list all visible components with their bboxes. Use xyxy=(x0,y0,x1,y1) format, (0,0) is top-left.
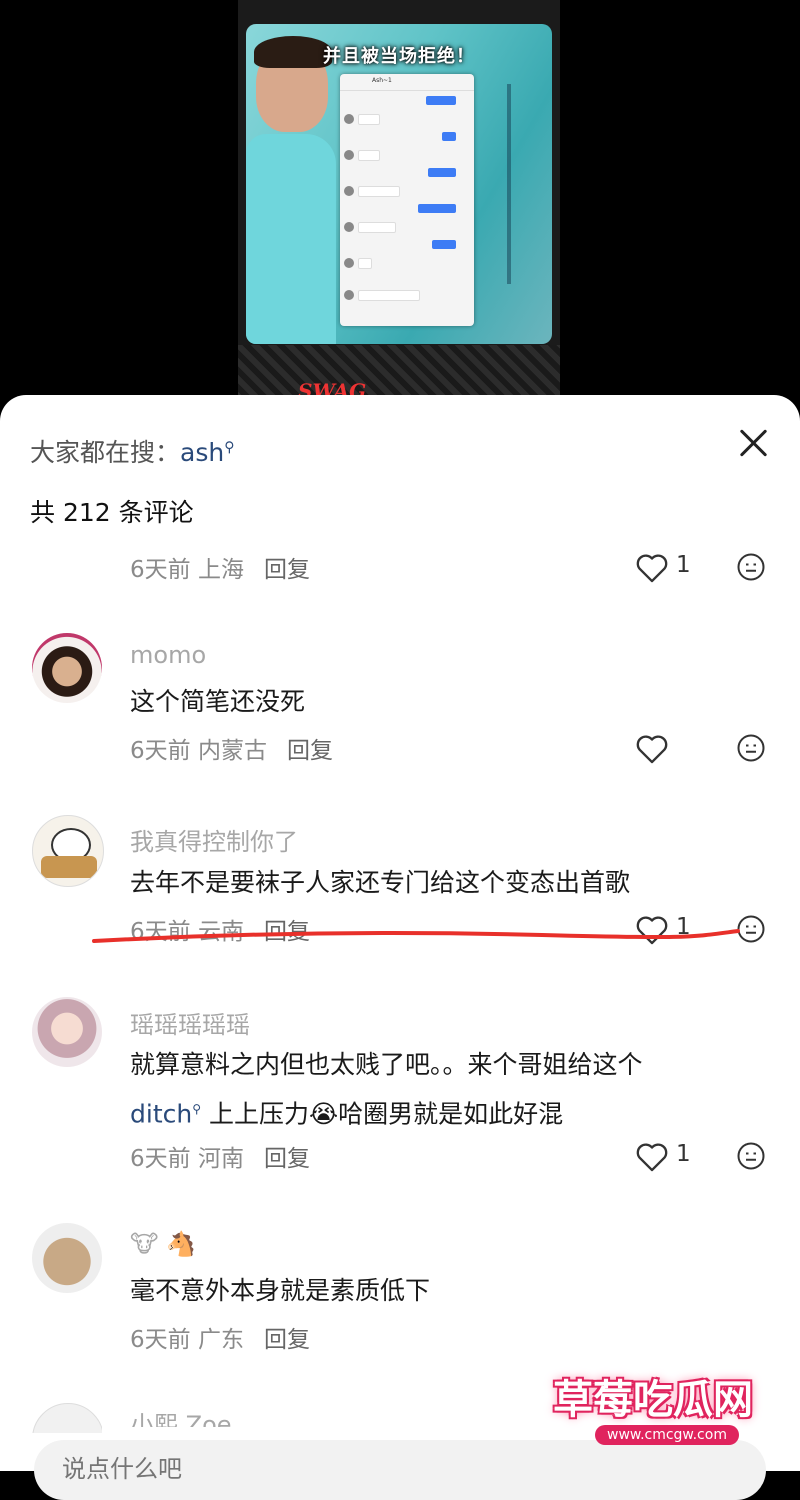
comment-text: 去年不是要袜子人家还专门给这个变态出首歌 xyxy=(130,868,631,897)
heart-icon[interactable] xyxy=(634,552,670,584)
username[interactable]: 我真得控制你了 xyxy=(130,822,298,857)
like-count: 1 xyxy=(676,1141,691,1167)
comment-sheet: 大家都在搜：ash⚲ 共 212 条评论 6天前 上海 回复 1 momo 这个简… xyxy=(0,395,800,1500)
comment-meta: 6天前 内蒙古 回复 xyxy=(130,738,333,764)
watermark-title: 草莓吃瓜网 xyxy=(553,1377,753,1423)
video-still: Ash~1 并且被当场拒绝！ xyxy=(246,24,552,344)
comment-meta: 6天前 上海 回复 xyxy=(130,557,310,583)
like-count: 1 xyxy=(676,552,691,578)
video-area[interactable]: Ash~1 并且被当场拒绝！ SWAG xyxy=(0,0,800,420)
username[interactable]: momo xyxy=(130,641,206,669)
comment-meta: 6天前 河南 回复 xyxy=(130,1146,310,1172)
emoji-icon[interactable] xyxy=(736,733,766,763)
video-caption: 并且被当场拒绝！ xyxy=(323,46,475,67)
search-suggestion[interactable]: 大家都在搜：ash⚲ xyxy=(30,433,234,469)
search-prefix: 大家都在搜： xyxy=(30,438,181,467)
comment-meta: 6天前 广东 回复 xyxy=(130,1327,310,1353)
emoji-icon[interactable] xyxy=(736,1141,766,1171)
avatar[interactable] xyxy=(32,1223,102,1293)
red-underline-annotation xyxy=(92,929,740,943)
heart-icon[interactable] xyxy=(634,733,670,765)
search-icon: ⚲ xyxy=(192,1102,202,1116)
emoji-icon[interactable] xyxy=(736,914,766,944)
search-icon: ⚲ xyxy=(224,439,235,456)
comment-input[interactable] xyxy=(60,1446,624,1492)
site-watermark: 草莓吃瓜网 www.cmcgw.com xyxy=(545,1355,795,1475)
close-icon[interactable] xyxy=(736,425,770,459)
comment-text: 就算意料之内但也太贱了吧。。来个哥姐给这个 ditch⚲ 上上压力😭哈圈男就是如… xyxy=(130,1050,643,1129)
username[interactable]: 瑶瑶瑶瑶瑶 xyxy=(130,1005,250,1040)
emoji-icon[interactable] xyxy=(736,552,766,582)
person-figure xyxy=(246,134,336,344)
search-keyword[interactable]: ash xyxy=(180,438,224,467)
comment-text: 这个简笔还没死 xyxy=(130,687,306,716)
username[interactable]: 🐮 🐴 xyxy=(130,1230,196,1258)
avatar[interactable] xyxy=(32,997,102,1067)
username[interactable]: 小熙 Zoe xyxy=(130,1405,232,1427)
watermark-url: www.cmcgw.com xyxy=(595,1425,739,1445)
comment-text: 毫不意外本身就是素质低下 xyxy=(130,1276,431,1305)
reply-button[interactable]: 回复 xyxy=(264,1146,310,1172)
reply-button[interactable]: 回复 xyxy=(287,738,333,764)
chat-screenshot: Ash~1 xyxy=(340,74,474,326)
video-frame[interactable]: Ash~1 并且被当场拒绝！ SWAG xyxy=(238,0,560,400)
comment-count: 共 212 条评论 xyxy=(30,498,194,527)
reply-button[interactable]: 回复 xyxy=(264,557,310,583)
avatar[interactable] xyxy=(32,815,104,887)
keyword-link[interactable]: ditch xyxy=(130,1099,192,1128)
heart-icon[interactable] xyxy=(634,1141,670,1173)
reply-button[interactable]: 回复 xyxy=(264,1327,310,1353)
chat-header-name: Ash~1 xyxy=(372,77,392,84)
avatar[interactable] xyxy=(32,633,102,703)
avatar[interactable] xyxy=(32,1403,102,1433)
